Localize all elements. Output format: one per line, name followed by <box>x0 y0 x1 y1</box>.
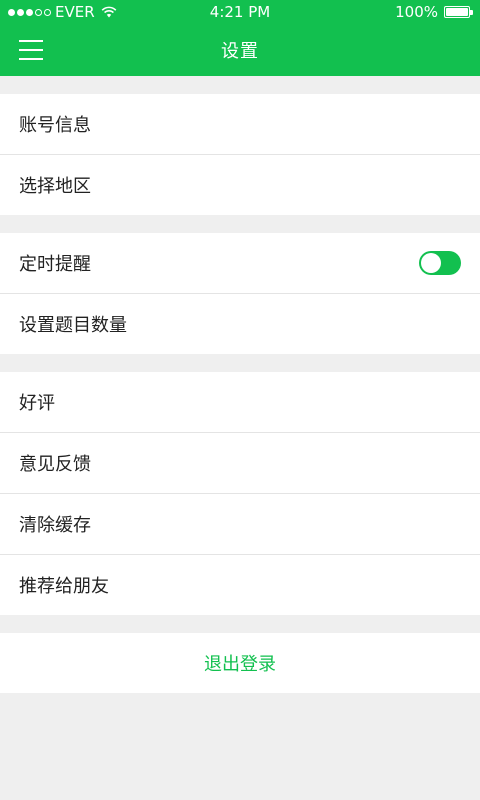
settings-row-select-region[interactable]: 选择地区 <box>0 154 480 215</box>
row-label: 清除缓存 <box>19 515 91 536</box>
signal-dot <box>8 8 15 16</box>
signal-dot-empty <box>35 8 42 16</box>
row-label: 推荐给朋友 <box>19 576 109 597</box>
settings-group-study: 定时提醒 设置题目数量 <box>0 233 480 354</box>
row-label: 定时提醒 <box>19 254 91 275</box>
row-label: 设置题目数量 <box>19 315 127 336</box>
battery-percent: 100% <box>395 3 438 21</box>
reminder-toggle[interactable] <box>419 251 461 275</box>
row-label: 意见反馈 <box>19 454 91 475</box>
battery-fill <box>446 8 468 16</box>
settings-row-rate[interactable]: 好评 <box>0 372 480 432</box>
battery-icon <box>444 6 473 18</box>
page-title: 设置 <box>221 41 259 62</box>
hamburger-menu-icon[interactable] <box>19 40 43 60</box>
header: EVER 4:21 PM 100% 设置 <box>0 0 480 76</box>
signal-dot <box>17 8 24 16</box>
settings-row-account-info[interactable]: 账号信息 <box>0 94 480 154</box>
logout-button[interactable]: 退出登录 <box>0 633 480 693</box>
row-label: 账号信息 <box>19 115 91 136</box>
settings-row-share[interactable]: 推荐给朋友 <box>0 554 480 615</box>
menu-line <box>19 49 43 51</box>
settings-group-misc: 好评 意见反馈 清除缓存 推荐给朋友 <box>0 372 480 615</box>
menu-line <box>19 40 43 42</box>
navbar: 设置 <box>0 24 480 76</box>
settings-row-reminder: 定时提醒 <box>0 233 480 293</box>
status-bar: EVER 4:21 PM 100% <box>0 0 480 24</box>
wifi-icon <box>101 6 117 18</box>
signal-dot <box>26 8 33 16</box>
signal-strength-icon <box>8 8 51 16</box>
carrier-name: EVER <box>55 3 95 21</box>
toggle-knob <box>421 253 441 273</box>
row-label: 好评 <box>19 393 55 414</box>
settings-group-account: 账号信息 选择地区 <box>0 94 480 215</box>
logout-label: 退出登录 <box>204 654 276 675</box>
settings-row-question-count[interactable]: 设置题目数量 <box>0 293 480 354</box>
row-label: 选择地区 <box>19 176 91 197</box>
status-left: EVER <box>8 3 117 21</box>
signal-dot-empty <box>44 8 51 16</box>
settings-row-feedback[interactable]: 意见反馈 <box>0 432 480 493</box>
settings-row-clear-cache[interactable]: 清除缓存 <box>0 493 480 554</box>
status-time: 4:21 PM <box>209 3 271 21</box>
menu-line <box>19 58 43 60</box>
status-right: 100% <box>395 3 473 21</box>
